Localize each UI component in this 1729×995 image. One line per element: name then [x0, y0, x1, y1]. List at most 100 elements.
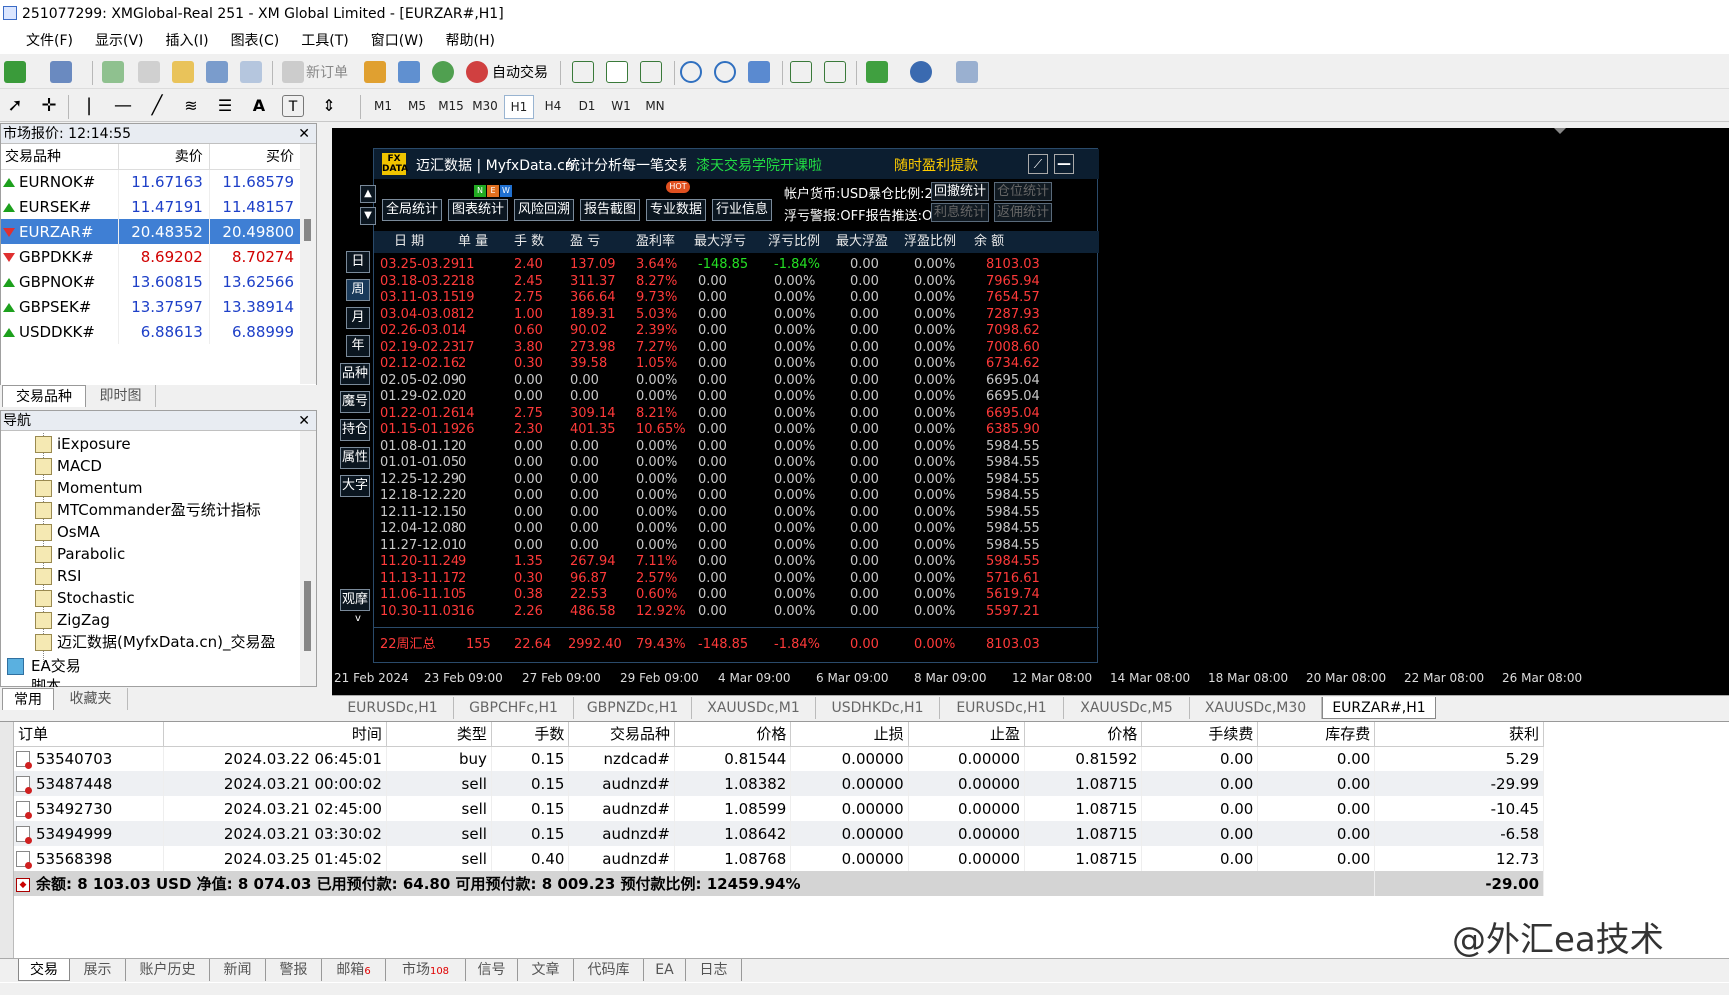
side-day[interactable]: 日: [346, 251, 370, 273]
col-profit[interactable]: 获利: [1374, 722, 1544, 747]
terminal-icon[interactable]: [206, 61, 228, 83]
col-tp[interactable]: 止盈: [908, 722, 1026, 747]
btn-drawdown-stats[interactable]: 回撤统计: [931, 182, 989, 201]
menu-help[interactable]: 帮助(H): [435, 28, 506, 54]
chart-tab[interactable]: XAUUSDc,M30: [1190, 697, 1322, 719]
minimize-icon[interactable]: —: [1054, 154, 1074, 174]
indicators-icon[interactable]: [866, 61, 888, 83]
chart-tab[interactable]: USDHKDc,H1: [816, 697, 940, 719]
order-row[interactable]: 53494999 2024.03.21 03:30:02 sell 0.15 audnz…: [14, 821, 1544, 846]
tab-trade[interactable]: 交易: [18, 959, 70, 981]
col-time[interactable]: 时间: [163, 722, 387, 747]
tab-signals[interactable]: 信号: [466, 959, 518, 981]
tab-common[interactable]: 常用: [2, 688, 54, 710]
new-order-button[interactable]: 新订单: [306, 62, 348, 84]
menu-view[interactable]: 显示(V): [84, 28, 155, 54]
btn-industry-info[interactable]: 行业信息: [712, 199, 772, 221]
col-order[interactable]: 订单: [14, 722, 164, 747]
order-row[interactable]: 53568398 2024.03.25 01:45:02 sell 0.40 audnz…: [14, 846, 1544, 871]
nav-item[interactable]: RSI: [35, 565, 81, 588]
tf-h1[interactable]: H1: [504, 95, 534, 119]
nav-item[interactable]: MACD: [35, 455, 102, 478]
candlestick-icon[interactable]: [606, 61, 628, 83]
btn-chart-stats[interactable]: 图表统计: [448, 199, 508, 221]
col-bid[interactable]: 卖价: [118, 144, 210, 170]
tab-market[interactable]: 市场108: [386, 959, 466, 981]
btn-risk-backtrack[interactable]: 风险回溯: [514, 199, 574, 221]
panel-brand[interactable]: 迈汇数据 | MyfxData.cn: [416, 155, 574, 175]
tab-articles[interactable]: 文章: [518, 959, 574, 981]
tf-h4[interactable]: H4: [538, 95, 568, 117]
col-lots[interactable]: 手数: [491, 722, 570, 747]
tab-alerts[interactable]: 警报: [266, 959, 322, 981]
btn-report-screenshot[interactable]: 报告截图: [580, 199, 640, 221]
scroll-up-icon[interactable]: ▲: [360, 185, 376, 203]
tab-account-history[interactable]: 账户历史: [126, 959, 210, 981]
tf-m30[interactable]: M30: [470, 95, 500, 117]
menu-tools[interactable]: 工具(T): [290, 28, 359, 54]
tab-experts[interactable]: EA: [644, 959, 686, 981]
navigator-icon[interactable]: [172, 61, 194, 83]
btn-position-stats[interactable]: 仓位统计: [994, 182, 1052, 201]
chart-tab[interactable]: EURUSDc,H1: [940, 697, 1064, 719]
tf-m1[interactable]: M1: [368, 95, 398, 117]
col-price[interactable]: 价格: [674, 722, 792, 747]
col-symbol[interactable]: 交易品种: [568, 722, 675, 747]
cursor-icon[interactable]: ➚: [4, 95, 26, 117]
table-row[interactable]: EURSEK# 11.47191 11.48157: [1, 194, 302, 219]
chart-tab[interactable]: EURUSDc,H1: [332, 697, 454, 719]
nav-item[interactable]: iExposure: [35, 433, 131, 456]
side-large-font[interactable]: 大字: [340, 475, 370, 497]
tf-m15[interactable]: M15: [436, 95, 466, 117]
side-symbol[interactable]: 品种: [340, 363, 370, 385]
side-week[interactable]: 周: [346, 279, 370, 301]
tab-journal[interactable]: 日志: [686, 959, 742, 981]
metaeditor-icon[interactable]: [364, 61, 386, 83]
tab-exposure[interactable]: 展示: [70, 959, 126, 981]
chart-tab[interactable]: XAUUSDc,M1: [692, 697, 816, 719]
nav-item[interactable]: Momentum: [35, 477, 142, 500]
auto-trade-icon[interactable]: [466, 61, 488, 83]
nav-item[interactable]: MTCommander盈亏统计指标: [35, 499, 261, 522]
trendline-icon[interactable]: ╱: [146, 95, 168, 117]
order-row[interactable]: 53540703 2024.03.22 06:45:01 buy 0.15 nzdcad…: [14, 746, 1544, 771]
table-row[interactable]: GBPNOK# 13.60815 13.62566: [1, 269, 302, 294]
autoscroll-icon[interactable]: [790, 61, 812, 83]
btn-interest-stats[interactable]: 利息统计: [931, 203, 989, 222]
text-icon[interactable]: A: [248, 95, 270, 117]
scrollbar[interactable]: [300, 144, 316, 384]
profiles-icon[interactable]: [50, 61, 72, 83]
col-current-price[interactable]: 价格: [1024, 722, 1143, 747]
tile-windows-icon[interactable]: [748, 61, 770, 83]
auto-trade-button[interactable]: 自动交易: [492, 62, 548, 84]
col-symbol[interactable]: 交易品种: [1, 144, 119, 170]
scrollbar-thumb[interactable]: [304, 219, 311, 241]
nav-item[interactable]: ZigZag: [35, 609, 110, 632]
market-watch-icon[interactable]: [102, 61, 124, 83]
edit-icon[interactable]: ⟋: [1028, 154, 1048, 174]
vertical-line-icon[interactable]: |: [78, 95, 100, 117]
nav-item[interactable]: OsMA: [35, 521, 100, 544]
tab-mailbox[interactable]: 邮箱6: [322, 959, 386, 981]
nav-item-scripts[interactable]: 脚本: [31, 675, 61, 687]
zoom-out-icon[interactable]: [714, 61, 736, 83]
table-row[interactable]: GBPDKK# 8.69202 8.70274: [1, 244, 302, 269]
tab-favorites[interactable]: 收藏夹: [54, 688, 128, 710]
chart-tab[interactable]: XAUUSDc,M5: [1064, 697, 1190, 719]
panel-academy[interactable]: 漆天交易学院开课啦: [696, 155, 822, 175]
btn-pro-data[interactable]: 专业数据: [646, 199, 706, 221]
tab-symbols[interactable]: 交易品种: [2, 385, 86, 407]
col-swap[interactable]: 库存费: [1257, 722, 1376, 747]
panel-withdraw[interactable]: 随时盈利提款: [894, 155, 978, 175]
market-icon[interactable]: [432, 61, 454, 83]
new-order-icon[interactable]: [282, 61, 304, 83]
btn-rebate-stats[interactable]: 返佣统计: [994, 203, 1052, 222]
menu-charts[interactable]: 图表(C): [220, 28, 291, 54]
table-row[interactable]: USDDKK# 6.88613 6.88999: [1, 319, 302, 344]
channel-icon[interactable]: ≋: [180, 95, 202, 117]
scroll-down-icon[interactable]: ▼: [360, 207, 376, 225]
close-icon[interactable]: ✕: [298, 411, 310, 431]
side-month[interactable]: 月: [346, 307, 370, 329]
chart-tab[interactable]: GBPCHFc,H1: [454, 697, 574, 719]
col-commission[interactable]: 手续费: [1141, 722, 1259, 747]
